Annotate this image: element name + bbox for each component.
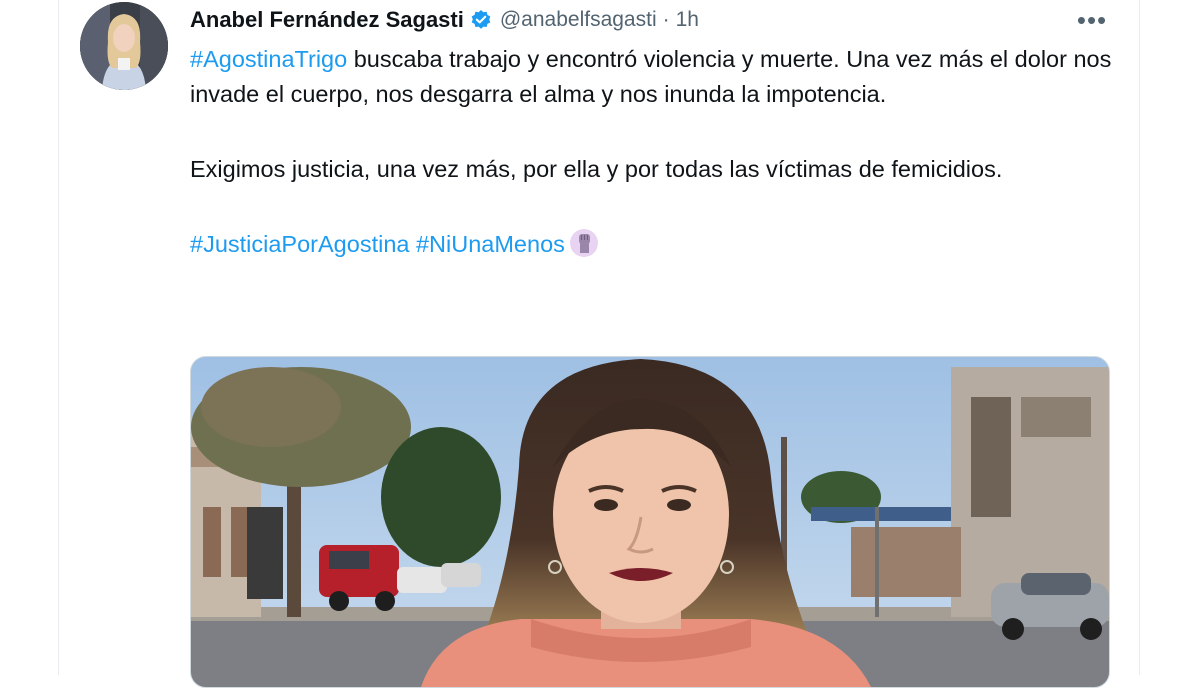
tweet-header: Anabel Fernández Sagasti @anabelfsagasti… bbox=[190, 4, 699, 36]
more-options-icon[interactable]: ••• bbox=[1072, 4, 1112, 36]
tweet-paragraph-1: #AgostinaTrigo buscaba trabajo y encontr… bbox=[190, 42, 1120, 112]
tweet-hashtags-line: #JusticiaPorAgostina #NiUnaMenos bbox=[190, 227, 1120, 262]
tweet-paragraph-2: Exigimos justicia, una vez más, por ella… bbox=[190, 156, 1003, 182]
hashtag-justiciaporagostina[interactable]: #JusticiaPorAgostina bbox=[190, 231, 409, 257]
separator-dot: · bbox=[662, 8, 670, 31]
hashtag-agostinatrigo[interactable]: #AgostinaTrigo bbox=[190, 46, 347, 72]
author-handle[interactable]: @anabelfsagasti bbox=[500, 8, 657, 32]
verified-badge-icon bbox=[470, 9, 492, 31]
avatar[interactable] bbox=[80, 2, 168, 90]
tweet-text: #AgostinaTrigo buscaba trabajo y encontr… bbox=[190, 42, 1120, 262]
tweet-timestamp[interactable]: 1h bbox=[676, 8, 699, 32]
author-name[interactable]: Anabel Fernández Sagasti bbox=[190, 7, 464, 33]
raised-fist-icon bbox=[569, 228, 599, 258]
hashtag-niunamenos[interactable]: #NiUnaMenos bbox=[416, 231, 565, 257]
tweet-media-photo[interactable] bbox=[190, 356, 1110, 688]
